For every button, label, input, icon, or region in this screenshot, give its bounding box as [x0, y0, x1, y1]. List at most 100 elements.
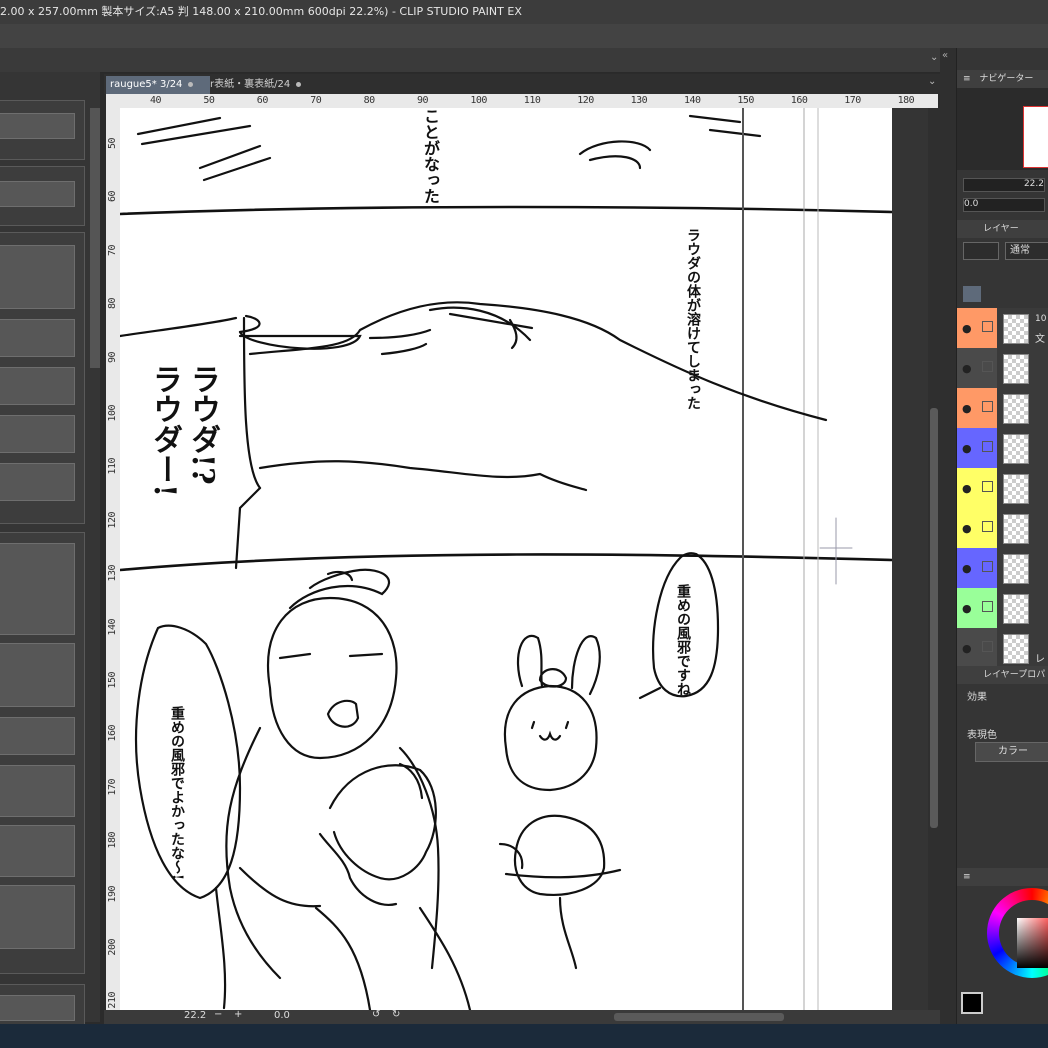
palette-button[interactable] — [0, 113, 75, 139]
ruler-tick-label: 50 — [203, 95, 215, 106]
palette-button[interactable] — [0, 415, 75, 453]
bubble-text-cold: 重めの風邪ですね — [675, 584, 691, 696]
palette-button[interactable] — [0, 245, 75, 309]
layer-thumbnail[interactable] — [1003, 514, 1029, 544]
left-scrollbar[interactable] — [90, 108, 100, 368]
ruler-tick-label: 190 — [107, 885, 118, 903]
palette-button[interactable] — [0, 643, 75, 707]
palette-button[interactable] — [0, 543, 75, 635]
layer-thumbnail[interactable] — [1003, 474, 1029, 504]
tab-label: r表紙・裏表紙/24 — [210, 79, 291, 90]
visibility-eye-icon[interactable]: ● — [962, 402, 972, 415]
zoom-value[interactable]: 22.2 — [184, 1010, 206, 1021]
zoom-out-icon[interactable]: − — [214, 1009, 222, 1020]
zoom-in-icon[interactable]: + — [234, 1009, 242, 1020]
ruler-tick-label: 210 — [107, 992, 118, 1009]
layer-color-tag: ● — [957, 548, 977, 588]
manga-page[interactable]: ことがなった ラウダの体が溶けてしまった ラウダ!? ラウダー! 重めの風邪です… — [120, 108, 892, 1010]
visibility-eye-icon[interactable]: ● — [962, 362, 972, 375]
palette-button[interactable] — [0, 463, 75, 501]
layer-thumbnail[interactable] — [1003, 354, 1029, 384]
layer-row[interactable]: ● — [957, 348, 1048, 389]
layer-row[interactable]: ● レ — [957, 628, 1048, 669]
layer-thumbnail[interactable] — [1003, 594, 1029, 624]
layer-row[interactable]: ● — [957, 388, 1048, 429]
layer-lock-checkbox[interactable] — [982, 521, 993, 532]
collapse-icon[interactable]: « — [942, 50, 948, 61]
rotate-right-icon[interactable]: ↻ — [392, 1009, 400, 1020]
navigator-thumbnail[interactable] — [1023, 106, 1048, 168]
layer-tool-icon[interactable] — [963, 286, 981, 302]
palette-button[interactable] — [0, 319, 75, 357]
tab-close-icon[interactable] — [296, 81, 302, 87]
visibility-eye-icon[interactable]: ● — [962, 482, 972, 495]
layer-thumbnail[interactable] — [1003, 554, 1029, 584]
layer-lock-checkbox[interactable] — [982, 601, 993, 612]
layer-row[interactable]: ● — [957, 468, 1048, 509]
ruler-tick-label: 140 — [107, 618, 118, 636]
visibility-eye-icon[interactable]: ● — [962, 522, 972, 535]
canvas-area[interactable]: ことがなった ラウダの体が溶けてしまった ラウダ!? ラウダー! 重めの風邪です… — [120, 108, 928, 1010]
layer-thumbnail[interactable] — [1003, 434, 1029, 464]
layer-thumbnail[interactable] — [1003, 394, 1029, 424]
layer-lock-checkbox[interactable] — [982, 561, 993, 572]
saturation-square[interactable] — [1017, 918, 1048, 968]
layer-lock-checkbox[interactable] — [982, 321, 993, 332]
menu-icon[interactable]: ≡ — [963, 74, 971, 84]
color-wheel[interactable] — [987, 888, 1048, 978]
layer-row[interactable]: ● 10 文 — [957, 308, 1048, 349]
palette-group — [0, 232, 85, 524]
shout-text-2: ラウダー! — [147, 364, 182, 498]
chevron-down-icon[interactable]: ⌄ — [930, 52, 938, 63]
visibility-eye-icon[interactable]: ● — [962, 322, 972, 335]
tab-close-icon[interactable] — [188, 81, 194, 87]
palette-button[interactable] — [0, 367, 75, 405]
palette-button[interactable] — [0, 885, 75, 949]
navigator-preview-area[interactable] — [957, 88, 1048, 170]
palette-button[interactable] — [0, 765, 75, 817]
palette-button[interactable] — [0, 825, 75, 877]
layer-row[interactable]: ● — [957, 548, 1048, 589]
menu-icon[interactable]: ≡ — [963, 872, 971, 882]
bubble-text-body: ラウダの体が溶けてしまった — [685, 228, 701, 410]
layer-thumbnail[interactable] — [1003, 314, 1029, 344]
layer-lock-checkbox[interactable] — [982, 481, 993, 492]
visibility-eye-icon[interactable]: ● — [962, 442, 972, 455]
horizontal-scroll-thumb[interactable] — [614, 1013, 784, 1021]
visibility-eye-icon[interactable]: ● — [962, 562, 972, 575]
canvas-vertical-scrollbar[interactable] — [928, 108, 940, 1010]
tab-raugue5[interactable]: raugue5* 3/24 — [106, 76, 210, 94]
layer-row[interactable]: ● — [957, 588, 1048, 629]
palette-button[interactable] — [0, 181, 75, 207]
layer-lock-checkbox[interactable] — [982, 441, 993, 452]
layer-thumbnail[interactable] — [1003, 634, 1029, 664]
navigator-zoom-slider[interactable]: 22.2 — [963, 178, 1045, 192]
color-button[interactable]: カラー — [975, 742, 1048, 762]
ruler-corner — [106, 94, 118, 108]
navigator-header: ≡ ナビゲーター — [957, 70, 1048, 88]
left-palette — [0, 72, 100, 1026]
blend-mode-select[interactable]: 通常 — [1005, 242, 1048, 260]
main-color-swatch[interactable] — [961, 992, 983, 1014]
angle-value[interactable]: 0.0 — [274, 1010, 290, 1021]
ruler-vertical: 50 60 70 80 90 100 110 120 130 140 150 160 170 180 190… — [106, 108, 121, 1010]
visibility-eye-icon[interactable]: ● — [962, 642, 972, 655]
layer-row[interactable]: ● — [957, 508, 1048, 549]
visibility-eye-icon[interactable]: ● — [962, 602, 972, 615]
layer-lock-checkbox[interactable] — [982, 361, 993, 372]
layer-color-tag: ● — [957, 508, 977, 548]
palette-group — [0, 532, 85, 974]
ruler-tick-label: 80 — [363, 95, 376, 106]
layer-list: ● 10 文 ● ● ● ● ● ● ● ● レ — [957, 308, 1048, 669]
scroll-thumb[interactable] — [930, 408, 938, 828]
layer-color-select[interactable] — [963, 242, 999, 260]
palette-button[interactable] — [0, 717, 75, 755]
tab-cover[interactable]: r表紙・裏表紙/24 — [206, 76, 306, 94]
layer-lock-checkbox[interactable] — [982, 641, 993, 652]
layer-row[interactable]: ● — [957, 428, 1048, 469]
palette-button[interactable] — [0, 995, 75, 1021]
layer-lock-checkbox[interactable] — [982, 401, 993, 412]
rotate-left-icon[interactable]: ↺ — [372, 1009, 380, 1020]
navigator-angle-slider[interactable]: 0.0 — [963, 198, 1045, 212]
chevron-down-icon[interactable]: ⌄ — [928, 76, 936, 87]
